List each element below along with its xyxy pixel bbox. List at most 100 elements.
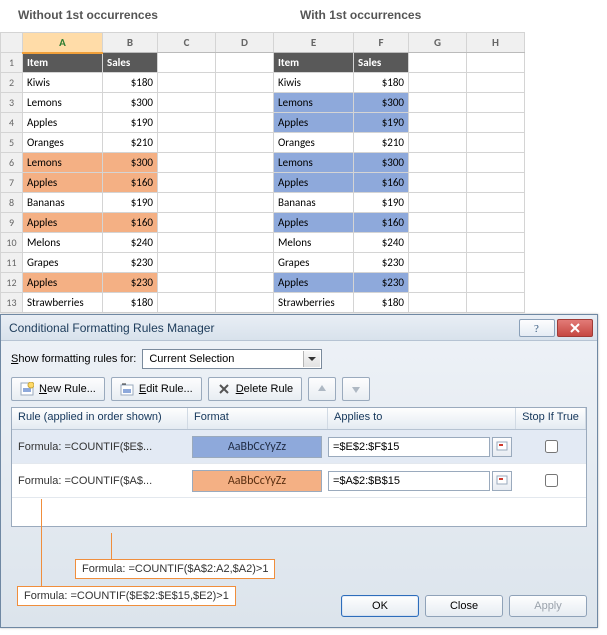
cell-H10[interactable]: [467, 233, 525, 253]
cell-A4[interactable]: Apples: [23, 113, 103, 133]
cell-B13[interactable]: $180: [103, 293, 158, 313]
spreadsheet[interactable]: A B C D E F G H 1 Item Sales Item Sales …: [0, 32, 525, 313]
cell-E6[interactable]: Lemons: [274, 153, 354, 173]
cell-D5[interactable]: [216, 133, 274, 153]
cell-D2[interactable]: [216, 73, 274, 93]
cell-G3[interactable]: [409, 93, 467, 113]
col-G[interactable]: G: [409, 33, 467, 53]
cell-D1[interactable]: [216, 53, 274, 73]
cell-D12[interactable]: [216, 273, 274, 293]
stop-if-true-checkbox[interactable]: [545, 440, 558, 453]
applies-to-input[interactable]: =$E$2:$F$15: [328, 437, 490, 457]
cell-H1[interactable]: [467, 53, 525, 73]
cell-G10[interactable]: [409, 233, 467, 253]
cell-D3[interactable]: [216, 93, 274, 113]
dialog-titlebar[interactable]: Conditional Formatting Rules Manager ?: [1, 315, 597, 341]
cell-F1[interactable]: Sales: [354, 53, 409, 73]
cell-A10[interactable]: Melons: [23, 233, 103, 253]
cell-B9[interactable]: $160: [103, 213, 158, 233]
col-E[interactable]: E: [274, 33, 354, 53]
cell-B8[interactable]: $190: [103, 193, 158, 213]
scope-dropdown[interactable]: Current Selection: [142, 349, 322, 369]
cell-C2[interactable]: [158, 73, 216, 93]
row-12[interactable]: 12: [1, 273, 23, 293]
cell-F6[interactable]: $300: [354, 153, 409, 173]
range-picker-button[interactable]: [492, 437, 512, 457]
cell-G11[interactable]: [409, 253, 467, 273]
cell-A6[interactable]: Lemons: [23, 153, 103, 173]
cell-G5[interactable]: [409, 133, 467, 153]
cell-G6[interactable]: [409, 153, 467, 173]
row-6[interactable]: 6: [1, 153, 23, 173]
cell-E13[interactable]: Strawberries: [274, 293, 354, 313]
rule-row[interactable]: Formula: =COUNTIF($A$...AaBbCcYyZz=$A$2:…: [12, 464, 586, 498]
cell-C13[interactable]: [158, 293, 216, 313]
cell-H13[interactable]: [467, 293, 525, 313]
cell-E10[interactable]: Melons: [274, 233, 354, 253]
cell-D6[interactable]: [216, 153, 274, 173]
cell-C8[interactable]: [158, 193, 216, 213]
stop-if-true-checkbox[interactable]: [545, 474, 558, 487]
cell-B6[interactable]: $300: [103, 153, 158, 173]
cell-F9[interactable]: $160: [354, 213, 409, 233]
cell-C3[interactable]: [158, 93, 216, 113]
cell-E7[interactable]: Apples: [274, 173, 354, 193]
cell-E9[interactable]: Apples: [274, 213, 354, 233]
row-7[interactable]: 7: [1, 173, 23, 193]
cell-B4[interactable]: $190: [103, 113, 158, 133]
cell-F11[interactable]: $230: [354, 253, 409, 273]
cell-D4[interactable]: [216, 113, 274, 133]
cell-E11[interactable]: Grapes: [274, 253, 354, 273]
row-4[interactable]: 4: [1, 113, 23, 133]
cell-C5[interactable]: [158, 133, 216, 153]
range-picker-button[interactable]: [492, 471, 512, 491]
close-button-footer[interactable]: Close: [425, 595, 503, 617]
cell-B7[interactable]: $160: [103, 173, 158, 193]
cell-H5[interactable]: [467, 133, 525, 153]
cell-C7[interactable]: [158, 173, 216, 193]
cell-A13[interactable]: Strawberries: [23, 293, 103, 313]
cell-F8[interactable]: $190: [354, 193, 409, 213]
cell-D9[interactable]: [216, 213, 274, 233]
cell-F10[interactable]: $240: [354, 233, 409, 253]
apply-button[interactable]: Apply: [509, 595, 587, 617]
cell-E2[interactable]: Kiwis: [274, 73, 354, 93]
close-button[interactable]: [557, 319, 593, 337]
cell-D10[interactable]: [216, 233, 274, 253]
cell-H6[interactable]: [467, 153, 525, 173]
cell-B11[interactable]: $230: [103, 253, 158, 273]
row-9[interactable]: 9: [1, 213, 23, 233]
cell-C10[interactable]: [158, 233, 216, 253]
cell-D11[interactable]: [216, 253, 274, 273]
col-A[interactable]: A: [23, 33, 103, 53]
new-rule-button[interactable]: New Rule...: [11, 377, 105, 401]
cell-G9[interactable]: [409, 213, 467, 233]
cell-F13[interactable]: $180: [354, 293, 409, 313]
cell-H7[interactable]: [467, 173, 525, 193]
cell-H3[interactable]: [467, 93, 525, 113]
row-13[interactable]: 13: [1, 293, 23, 313]
cell-H9[interactable]: [467, 213, 525, 233]
cell-G4[interactable]: [409, 113, 467, 133]
cell-D8[interactable]: [216, 193, 274, 213]
cell-A8[interactable]: Bananas: [23, 193, 103, 213]
move-down-button[interactable]: [342, 377, 370, 401]
row-8[interactable]: 8: [1, 193, 23, 213]
edit-rule-button[interactable]: Edit Rule...: [111, 377, 202, 401]
row-5[interactable]: 5: [1, 133, 23, 153]
cell-B12[interactable]: $230: [103, 273, 158, 293]
cell-C11[interactable]: [158, 253, 216, 273]
cell-E8[interactable]: Bananas: [274, 193, 354, 213]
cell-B3[interactable]: $300: [103, 93, 158, 113]
move-up-button[interactable]: [308, 377, 336, 401]
col-H[interactable]: H: [467, 33, 525, 53]
cell-H2[interactable]: [467, 73, 525, 93]
row-10[interactable]: 10: [1, 233, 23, 253]
cell-G7[interactable]: [409, 173, 467, 193]
cell-F5[interactable]: $210: [354, 133, 409, 153]
cell-F7[interactable]: $160: [354, 173, 409, 193]
rule-row[interactable]: Formula: =COUNTIF($E$...AaBbCcYyZz=$E$2:…: [12, 430, 586, 464]
cell-H11[interactable]: [467, 253, 525, 273]
cell-E4[interactable]: Apples: [274, 113, 354, 133]
cell-E3[interactable]: Lemons: [274, 93, 354, 113]
